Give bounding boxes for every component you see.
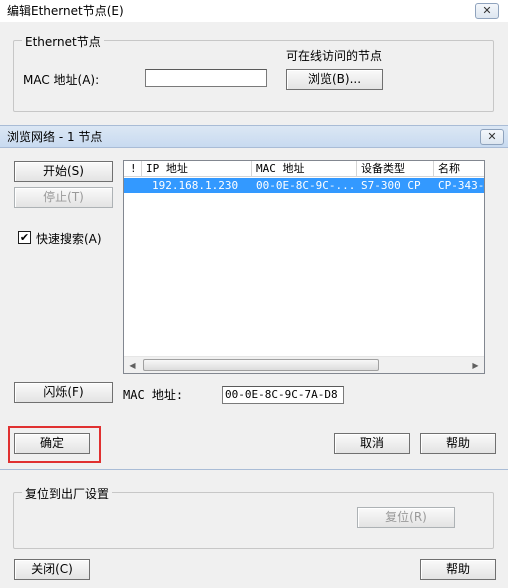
- quick-search-checkbox[interactable]: ✔: [18, 231, 31, 244]
- cell-mac: 00-0E-8C-9C-...: [256, 179, 356, 192]
- column-name[interactable]: 名称: [434, 161, 484, 177]
- online-nodes-label: 可在线访问的节点: [286, 49, 383, 63]
- cell-flag: [124, 178, 142, 193]
- browse-dialog-title: 浏览网络 - 1 节点: [7, 130, 103, 144]
- column-mac[interactable]: MAC 地址: [252, 161, 357, 177]
- start-button[interactable]: 开始(S): [14, 161, 113, 182]
- quick-search-label: 快速搜索(A): [36, 232, 102, 246]
- cell-name: CP-343-1: [438, 179, 485, 192]
- reset-button[interactable]: 复位(R): [357, 507, 455, 528]
- column-flag[interactable]: !: [124, 161, 142, 177]
- browse-network-dialog: 浏览网络 - 1 节点 ✕ 开始(S) 停止(T) ✔ 快速搜索(A) ! IP…: [0, 125, 508, 470]
- scroll-left-arrow-icon[interactable]: ◀: [124, 357, 141, 373]
- cell-type: S7-300 CP: [361, 179, 421, 192]
- scrollbar-thumb[interactable]: [143, 359, 379, 371]
- reset-group-title: 复位到出厂设置: [22, 485, 113, 502]
- flash-button[interactable]: 闪烁(F): [14, 382, 113, 403]
- browse-dialog-titlebar: 浏览网络 - 1 节点: [0, 126, 508, 148]
- ethernet-node-group-title: Ethernet节点: [22, 33, 104, 50]
- edit-mac-input[interactable]: [145, 69, 267, 87]
- stop-button[interactable]: 停止(T): [14, 187, 113, 208]
- browse-mac-label: MAC 地址:: [123, 388, 184, 402]
- edit-dialog-titlebar: 编辑Ethernet节点(E): [0, 0, 508, 22]
- browse-mac-value: 00-0E-8C-9C-7A-D8: [222, 386, 344, 404]
- browse-dialog-close-icon[interactable]: ✕: [480, 129, 504, 145]
- scroll-right-arrow-icon[interactable]: ▶: [467, 357, 484, 373]
- close-button[interactable]: 关闭(C): [14, 559, 90, 580]
- node-list[interactable]: ! IP 地址 MAC 地址 设备类型 名称 192.168.1.230 00-…: [123, 160, 485, 374]
- node-list-header: ! IP 地址 MAC 地址 设备类型 名称: [124, 161, 484, 177]
- help-button[interactable]: 帮助: [420, 433, 496, 454]
- cell-ip: 192.168.1.230: [152, 179, 239, 192]
- edit-dialog-close-icon[interactable]: ✕: [475, 3, 499, 19]
- browse-button[interactable]: 浏览(B)...: [286, 69, 383, 90]
- edit-dialog-title: 编辑Ethernet节点(E): [7, 4, 124, 18]
- column-ip[interactable]: IP 地址: [142, 161, 252, 177]
- footer-help-button[interactable]: 帮助: [420, 559, 496, 580]
- ok-button-highlight: [8, 426, 101, 463]
- table-row[interactable]: 192.168.1.230 00-0E-8C-9C-... S7-300 CP …: [124, 178, 485, 193]
- cancel-button[interactable]: 取消: [334, 433, 410, 454]
- horizontal-scrollbar[interactable]: ◀ ▶: [124, 356, 484, 373]
- column-type[interactable]: 设备类型: [357, 161, 434, 177]
- edit-mac-label: MAC 地址(A):: [23, 73, 100, 87]
